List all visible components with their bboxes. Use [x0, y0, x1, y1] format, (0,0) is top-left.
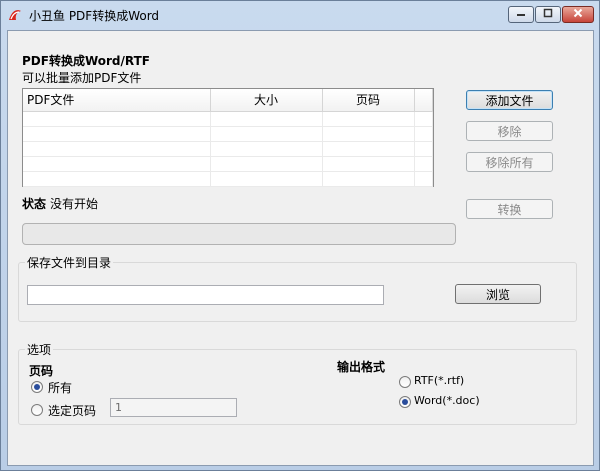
output-format-title: 输出格式 [337, 360, 386, 374]
main-panel: PDF转换成Word/RTF 可以批量添加PDF文件 PDF文件 大小 页码 添… [7, 30, 594, 466]
output-directory-input[interactable] [27, 285, 384, 305]
close-button[interactable] [562, 6, 594, 23]
app-window: 小丑鱼 PDF转换成Word PDF转换成Word/RTF 可以批量添加PDF文… [0, 0, 600, 471]
browse-button[interactable]: 浏览 [455, 284, 541, 304]
options-group-title: 选项 [25, 341, 54, 358]
remove-button[interactable]: 移除 [466, 121, 553, 141]
column-header-size[interactable]: 大小 [210, 89, 323, 112]
minimize-button[interactable] [508, 6, 534, 23]
maximize-button[interactable] [535, 6, 561, 23]
pages-section-title: 页码 [29, 364, 54, 378]
maximize-icon [543, 8, 553, 21]
table-row [23, 111, 433, 127]
status-value: 没有开始 [50, 197, 99, 211]
pdf-file-list[interactable]: PDF文件 大小 页码 [22, 88, 434, 187]
word-format-label[interactable]: Word(*.doc) [414, 394, 480, 407]
close-icon [573, 8, 583, 21]
table-row [23, 171, 433, 187]
column-header-pdf-file[interactable]: PDF文件 [23, 89, 211, 112]
options-group: 选项 页码 所有 选定页码 1 输出格式 RTF(*.rtf) Word(*.d… [18, 341, 577, 425]
all-pages-label[interactable]: 所有 [48, 379, 72, 396]
selected-pages-input[interactable]: 1 [110, 398, 237, 417]
status-label: 状态 [22, 197, 47, 211]
page-subtitle: 可以批量添加PDF文件 [22, 71, 142, 85]
app-logo-icon [7, 7, 23, 23]
table-row [23, 141, 433, 157]
save-directory-group: 保存文件到目录 浏览 [18, 254, 577, 322]
rtf-format-label[interactable]: RTF(*.rtf) [414, 374, 464, 387]
title-bar[interactable]: 小丑鱼 PDF转换成Word [1, 1, 599, 29]
page-title: PDF转换成Word/RTF [22, 54, 150, 68]
minimize-icon [516, 8, 526, 21]
window-title: 小丑鱼 PDF转换成Word [29, 9, 160, 23]
table-row [23, 156, 433, 172]
column-header-filler [414, 89, 433, 112]
add-file-button[interactable]: 添加文件 [466, 90, 553, 110]
word-format-radio[interactable] [399, 396, 411, 408]
convert-button[interactable]: 转换 [466, 199, 553, 219]
rtf-format-radio[interactable] [399, 376, 411, 388]
conversion-progress-bar [22, 223, 456, 245]
all-pages-radio[interactable] [31, 381, 43, 393]
selected-pages-radio[interactable] [31, 404, 43, 416]
column-header-pages[interactable]: 页码 [322, 89, 415, 112]
save-directory-group-title: 保存文件到目录 [25, 254, 114, 271]
table-row [23, 126, 433, 142]
selected-pages-label[interactable]: 选定页码 [48, 402, 96, 419]
remove-all-button[interactable]: 移除所有 [466, 152, 553, 172]
